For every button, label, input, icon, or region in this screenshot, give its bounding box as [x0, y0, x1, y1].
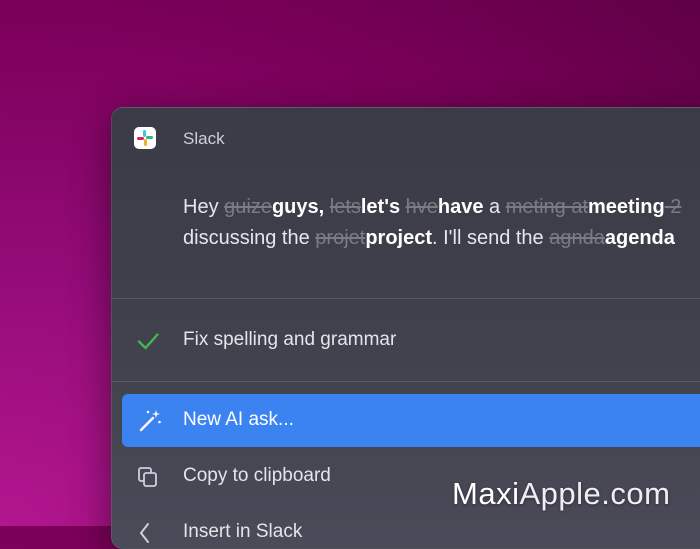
message-line-2: discussing the projetproject. I'll send …: [183, 223, 700, 254]
message-text: Hey: [183, 196, 225, 218]
menu-item-insert-slack[interactable]: Insert in Slack: [112, 506, 700, 548]
menu-item-label: Copy to clipboard: [183, 465, 331, 486]
checkmark-icon: [136, 329, 160, 353]
corrected-text: agenda: [604, 227, 675, 249]
magic-wand-icon: [137, 408, 163, 439]
corrected-text: guys,: [271, 196, 325, 218]
corrected-text: let's: [360, 196, 401, 218]
deleted-text: hve: [405, 196, 438, 218]
divider: [112, 381, 700, 382]
deleted-text: guize: [224, 196, 272, 218]
insert-icon: [136, 521, 160, 545]
watermark-domain: Apple.com: [519, 476, 671, 511]
message-text: discussing the: [183, 227, 316, 249]
app-name: Slack: [183, 129, 225, 148]
message-text: . I'll send the: [432, 227, 550, 249]
menu-item-label: Fix spelling and grammar: [183, 329, 397, 350]
deleted-text: lets: [329, 196, 361, 218]
watermark-brand: Maxi: [452, 476, 520, 511]
corrected-text: have: [437, 196, 484, 218]
menu-item-fix-spelling[interactable]: Fix spelling and grammar: [112, 314, 700, 366]
menu-item-new-ai-ask[interactable]: New AI ask...: [122, 394, 700, 447]
message-line-1: Hey guizeguys, letslet's hvehave a metin…: [183, 192, 700, 223]
deleted-text: projet: [315, 227, 366, 249]
deleted-text: 2: [664, 196, 682, 218]
corrected-text: project: [365, 227, 433, 249]
message-text: a: [483, 196, 506, 218]
corrected-message: Hey guizeguys, letslet's hvehave a metin…: [183, 192, 700, 254]
divider: [112, 298, 700, 299]
deleted-text: meting at: [505, 196, 589, 218]
watermark: MaxiApple.com: [452, 476, 670, 512]
slack-icon: [134, 127, 156, 149]
deleted-text: agnda: [549, 227, 605, 249]
menu-item-label: Insert in Slack: [183, 521, 303, 542]
corrected-text: meeting: [588, 196, 665, 218]
app-header: Slack: [112, 108, 700, 170]
copy-icon: [136, 465, 160, 489]
menu-item-label: New AI ask...: [183, 409, 294, 430]
